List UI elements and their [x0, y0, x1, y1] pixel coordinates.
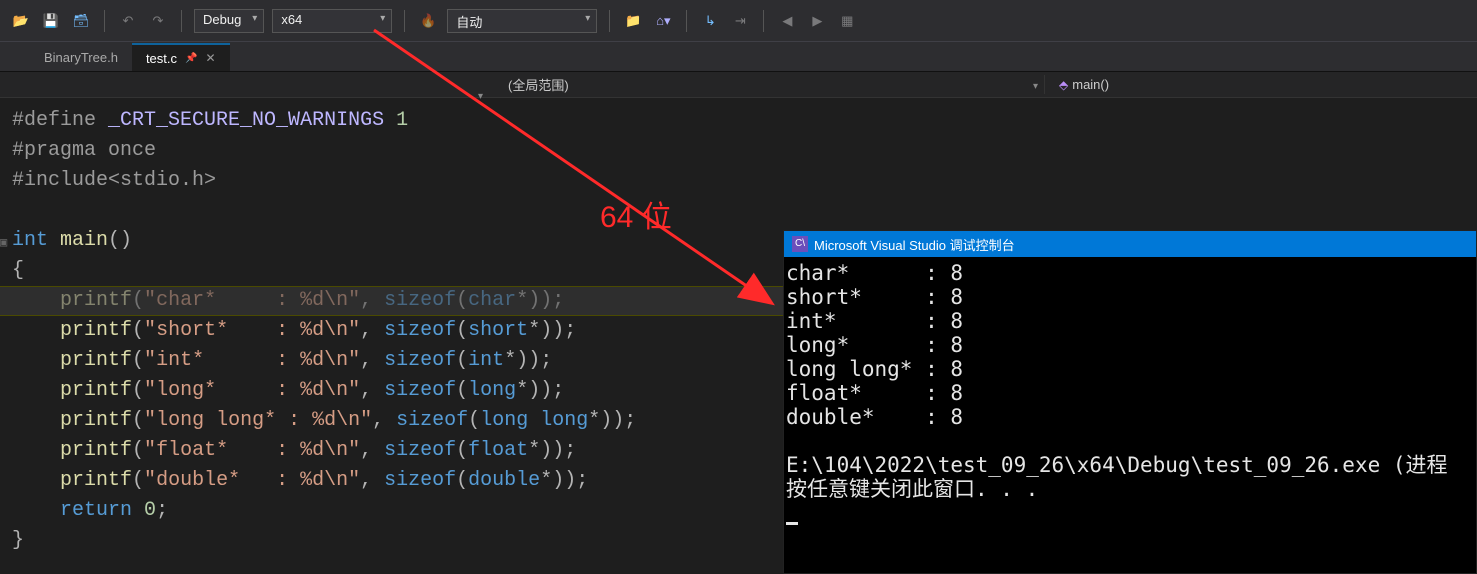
console-output: char* : 8 short* : 8 int* : 8 long* : 8 …: [784, 257, 1476, 525]
console-title-text: Microsoft Visual Studio 调试控制台: [814, 235, 1015, 254]
console-titlebar[interactable]: C\ Microsoft Visual Studio 调试控制台: [784, 231, 1476, 257]
vs-icon: C\: [792, 236, 808, 252]
indent-increase-icon[interactable]: ▶: [806, 10, 828, 32]
separator: [404, 10, 405, 32]
editor-tabs: BinaryTree.h test.c 📌 ✕: [0, 42, 1477, 72]
bookmark-icon[interactable]: ▦: [836, 10, 858, 32]
undo-icon[interactable]: ↶: [117, 10, 139, 32]
pin-icon[interactable]: 📌: [185, 53, 197, 64]
separator: [686, 10, 687, 32]
step-into-icon[interactable]: ↳: [699, 10, 721, 32]
cube-icon: ⬘: [1059, 78, 1068, 92]
config-dropdown[interactable]: Debug: [194, 9, 264, 33]
step-over-icon[interactable]: ⇥: [729, 10, 751, 32]
open-folder-icon[interactable]: 📂: [10, 10, 32, 32]
cursor: [786, 522, 798, 525]
file-scope-dropdown[interactable]: (全局范围) ▾: [490, 75, 1045, 94]
redo-icon[interactable]: ↷: [147, 10, 169, 32]
platform-dropdown[interactable]: x64: [272, 9, 392, 33]
debug-console: C\ Microsoft Visual Studio 调试控制台 char* :…: [783, 230, 1477, 574]
nav-bar: ▾ (全局范围) ▾ ⬘ main(): [0, 72, 1477, 98]
home-icon[interactable]: ⌂▾: [652, 10, 674, 32]
start-mode-dropdown[interactable]: 自动: [447, 9, 597, 33]
annotation-label: 64 位: [600, 192, 672, 236]
scope-label: (全局范围): [508, 75, 569, 94]
symbol-label: main(): [1072, 77, 1109, 92]
tab-label: BinaryTree.h: [44, 50, 118, 65]
close-icon[interactable]: ✕: [205, 51, 215, 65]
save-icon[interactable]: 💾: [40, 10, 62, 32]
separator: [104, 10, 105, 32]
tab-test-c[interactable]: test.c 📌 ✕: [132, 43, 230, 71]
symbol-scope-dropdown[interactable]: ⬘ main(): [1045, 77, 1477, 92]
fire-icon[interactable]: 🔥: [417, 10, 439, 32]
tab-binarytree-h[interactable]: BinaryTree.h: [30, 43, 132, 71]
main-toolbar: 📂 💾 🗃 ↶ ↷ Debug x64 🔥 自动 📁 ⌂▾ ↳ ⇥ ◀ ▶ ▦: [0, 0, 1477, 42]
folder-icon[interactable]: 📁: [622, 10, 644, 32]
separator: [609, 10, 610, 32]
chevron-down-icon: ▾: [1033, 81, 1038, 92]
save-all-icon[interactable]: 🗃: [70, 10, 92, 32]
separator: [181, 10, 182, 32]
separator: [763, 10, 764, 32]
indent-decrease-icon[interactable]: ◀: [776, 10, 798, 32]
tab-label: test.c: [146, 51, 177, 66]
